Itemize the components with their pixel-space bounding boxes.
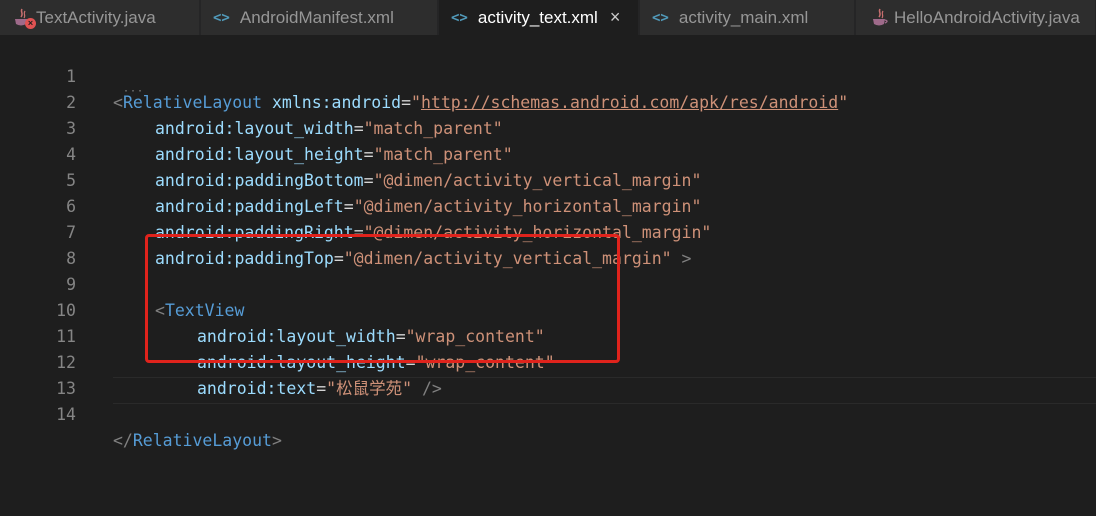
tab-androidmanifest-xml[interactable]: <> AndroidManifest.xml [201, 0, 438, 35]
code-line: 2 android:layout_width="match_parent" [0, 64, 1096, 138]
code-line: 1 <RelativeLayout xmlns:android="http://… [0, 38, 1096, 112]
xml-file-icon: <> [451, 9, 468, 26]
code-line: 4 android:paddingBottom="@dimen/activity… [0, 116, 1096, 190]
line-number: 14 [56, 405, 76, 424]
code-line: 5 android:paddingLeft="@dimen/activity_h… [0, 142, 1096, 216]
tab-activity-text-xml[interactable]: <> activity_text.xml × [439, 0, 639, 35]
error-badge-icon: × [25, 17, 36, 29]
tab-helloandroidactivity-java[interactable]: HelloAndroidActivity.java [856, 0, 1096, 35]
tab-label: HelloAndroidActivity.java [894, 7, 1080, 27]
tab-textactivity-java[interactable]: × TextActivity.java [0, 0, 200, 35]
tab-label: activity_main.xml [678, 7, 809, 27]
tab-label: TextActivity.java [36, 7, 156, 27]
code-line: 3 android:layout_height="match_parent" [0, 90, 1096, 164]
tab-label: activity_text.xml [477, 7, 598, 27]
close-tab-icon[interactable]: × [610, 7, 621, 28]
editor-tab-bar: × TextActivity.java <> AndroidManifest.x… [0, 0, 1096, 35]
code-line: 7 android:paddingTop="@dimen/activity_ve… [0, 194, 1096, 268]
code-line: 14 </RelativeLayout> [0, 376, 1096, 450]
xml-file-icon: <> [652, 9, 669, 26]
tag-bracket: > [271, 431, 282, 450]
tab-label: AndroidManifest.xml [239, 7, 394, 27]
tag-name: RelativeLayout [132, 431, 272, 450]
annotation-highlight-box [145, 234, 620, 363]
java-file-icon [870, 7, 892, 29]
tag-bracket: </ [113, 431, 133, 450]
java-file-icon: × [12, 7, 36, 29]
xml-file-icon: <> [213, 9, 230, 26]
tab-activity-main-xml[interactable]: <> activity_main.xml [640, 0, 855, 35]
code-line: 6 android:paddingRight="@dimen/activity_… [0, 168, 1096, 242]
